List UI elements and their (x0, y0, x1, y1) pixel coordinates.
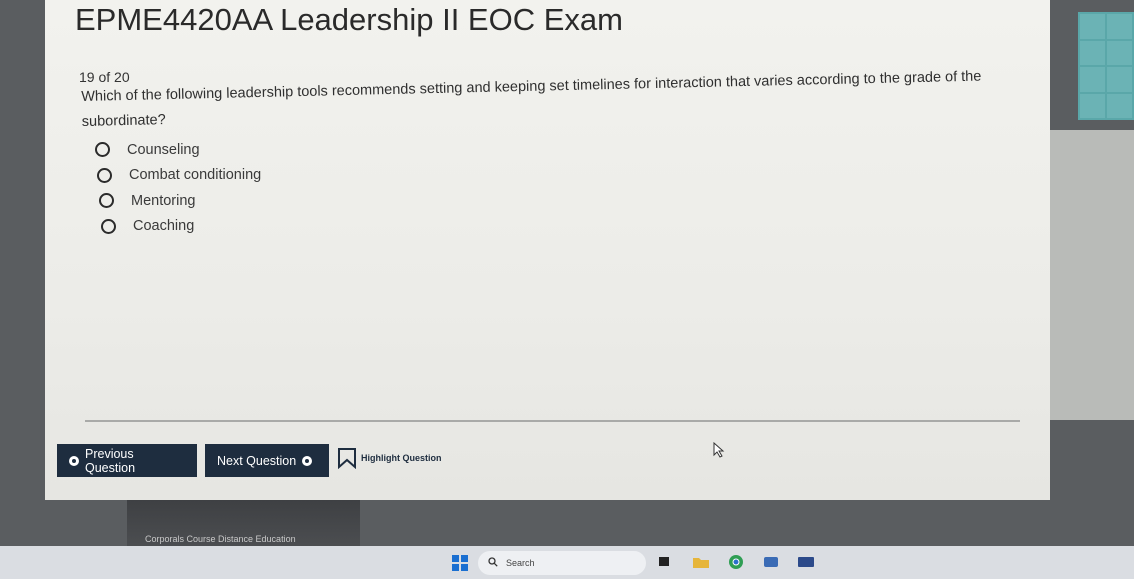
xbox-icon[interactable] (762, 554, 780, 570)
divider (85, 420, 1020, 422)
footer-banner-text: Corporals Course Distance Education (145, 534, 296, 544)
next-question-button[interactable]: Next Question (205, 444, 329, 477)
highlight-question-button[interactable]: Highlight Question (337, 447, 442, 469)
question-navigator-panel (1078, 12, 1134, 120)
radio-button[interactable] (97, 167, 112, 183)
highlight-question-label: Highlight Question (361, 453, 442, 463)
navigator-cell[interactable] (1107, 14, 1132, 39)
option-label: Combat conditioning (129, 167, 262, 184)
option-counseling[interactable]: Counseling (95, 137, 261, 163)
next-question-label: Next Question (217, 453, 297, 468)
option-label: Counseling (127, 141, 200, 158)
question-counter: 19 of 20 (79, 69, 130, 85)
bookmark-icon (337, 447, 357, 469)
chrome-icon[interactable] (727, 554, 745, 570)
arrow-right-icon (302, 455, 313, 466)
option-combat-conditioning[interactable]: Combat conditioning (95, 163, 261, 189)
page-title: EPME4420AA Leadership II EOC Exam (75, 2, 623, 37)
navigator-cell[interactable] (1080, 40, 1105, 65)
navigator-cell[interactable] (1080, 67, 1105, 92)
answer-options: Counseling Combat conditioning Mentoring… (95, 137, 261, 239)
app-icon[interactable] (797, 554, 815, 570)
task-view-icon[interactable] (657, 554, 675, 570)
exam-card: EPME4420AA Leadership II EOC Exam 19 of … (45, 0, 1050, 500)
radio-button[interactable] (95, 142, 110, 158)
taskbar: Search (0, 546, 1134, 579)
footer-banner: Corporals Course Distance Education (127, 500, 360, 548)
navigator-cell[interactable] (1107, 67, 1132, 92)
background-panel (1050, 130, 1134, 420)
taskbar-search-input[interactable]: Search (478, 551, 646, 575)
windows-start-icon[interactable] (452, 555, 468, 571)
previous-question-label: Previous Question (85, 446, 136, 475)
navigator-cell[interactable] (1080, 14, 1105, 39)
option-label: Coaching (133, 218, 195, 235)
search-label: Search (506, 558, 535, 568)
question-text: Which of the following leadership tools … (81, 68, 982, 130)
navigator-cell[interactable] (1107, 93, 1132, 118)
previous-question-button[interactable]: Previous Question (57, 444, 197, 477)
option-mentoring[interactable]: Mentoring (95, 188, 261, 214)
file-explorer-icon[interactable] (692, 554, 710, 570)
radio-button[interactable] (99, 193, 114, 209)
search-icon (488, 554, 498, 572)
arrow-left-icon (69, 455, 79, 466)
navigator-cell[interactable] (1107, 40, 1132, 65)
option-coaching[interactable]: Coaching (95, 214, 261, 240)
navigator-cell[interactable] (1080, 93, 1105, 118)
mouse-cursor-icon (713, 441, 725, 463)
radio-button[interactable] (101, 218, 116, 234)
option-label: Mentoring (131, 192, 196, 209)
